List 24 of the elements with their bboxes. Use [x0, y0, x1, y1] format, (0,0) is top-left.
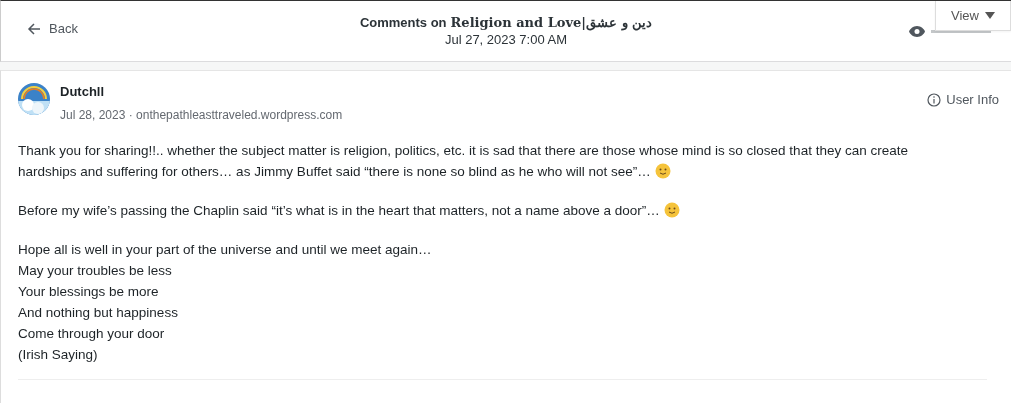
comment-text: Come through your door	[18, 326, 165, 341]
comment-text: And nothing but happiness	[18, 305, 178, 320]
smiley-icon	[663, 202, 680, 218]
arrow-left-icon	[27, 21, 41, 36]
comment-text: Thank you for sharing!!.. whether the subject matter is religion, politics, etc. it is sad that there are those whose mind is so closed that they can create	[18, 143, 908, 158]
avatar	[18, 83, 50, 115]
smiley-icon	[654, 163, 671, 179]
comment-text: Hope all is well in your part of the universe and until we meet again…	[18, 242, 432, 257]
post-date: Jul 27, 2023 7:00 AM	[444, 32, 568, 47]
comment-text: May your troubles be less	[18, 263, 172, 278]
view-dropdown[interactable]: View	[935, 1, 1011, 31]
user-info-link[interactable]: User Info	[927, 92, 999, 107]
info-icon	[927, 92, 942, 107]
title-prefix: Comments on	[359, 15, 447, 30]
eye-icon	[909, 26, 925, 37]
back-button[interactable]: Back	[27, 21, 78, 36]
comment-text: Before my wife’s passing the Chaplin said “it’s what is in the heart that matters, not a name above a door”…	[18, 203, 660, 218]
comment-text: hardships and suffering for others… as Jimmy Buffet said “there is none so blind as he who will not see”…	[18, 164, 651, 179]
post-title: Religion and Love|دین و عشق	[450, 15, 653, 30]
comment-text: Your blessings be more	[18, 284, 159, 299]
comment-meta: Jul 28, 2023 · onthepathleasttraveled.wordpress.com	[60, 108, 343, 122]
caret-icon	[984, 12, 995, 19]
comment-text: (Irish Saying)	[18, 347, 98, 362]
author-name: Dutchll	[60, 84, 106, 99]
